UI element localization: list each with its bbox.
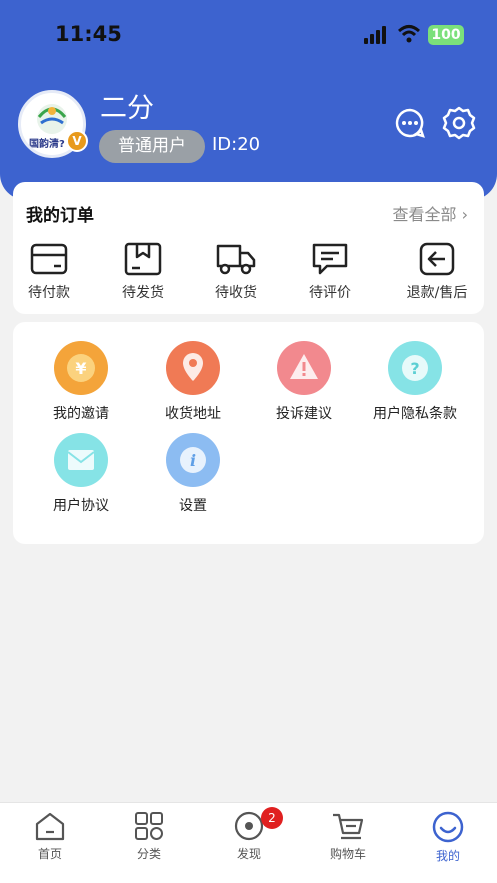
bottom-tab-bar: 首页 分类 2 发现 购物车 我的: [0, 802, 497, 883]
question-icon: ?: [388, 341, 442, 395]
user-id: ID:20: [212, 134, 261, 155]
tab-mine[interactable]: 我的: [408, 811, 488, 864]
order-refund[interactable]: 退款/售后: [392, 242, 482, 304]
order-label: 待付款: [28, 285, 70, 301]
home-icon: [35, 812, 65, 841]
return-icon: [419, 242, 455, 276]
wallet-icon: [30, 243, 68, 275]
location-pin-icon: [166, 341, 220, 395]
wifi-icon: [398, 25, 420, 43]
tab-label: 发现: [236, 847, 261, 861]
vip-badge: V: [66, 130, 88, 152]
tab-home[interactable]: 首页: [10, 811, 90, 862]
cart-icon: [333, 813, 364, 840]
svg-text:i: i: [190, 451, 196, 470]
order-pending-payment[interactable]: 待付款: [4, 242, 94, 304]
service-complaint[interactable]: 投诉建议: [248, 341, 360, 423]
order-pending-receipt[interactable]: 待收货: [191, 242, 281, 304]
comment-icon: [312, 243, 348, 275]
order-label: 待收货: [215, 285, 257, 301]
tab-label: 购物车: [329, 847, 366, 861]
svg-text:¥: ¥: [75, 359, 86, 378]
tab-label: 首页: [37, 847, 62, 861]
user-role-badge: 普通用户: [99, 130, 205, 163]
message-icon[interactable]: [394, 107, 426, 139]
package-icon: [124, 242, 162, 276]
warning-icon: [277, 341, 331, 395]
service-label: 我的邀请: [53, 406, 109, 422]
discover-badge: 2: [261, 807, 283, 829]
services-card: ¥ 我的邀请 收货地址 投诉建议 ? 用户隐私条款 用户协议 i 设置: [13, 322, 484, 544]
service-user-agreement[interactable]: 用户协议: [25, 433, 137, 515]
order-label: 待评价: [309, 285, 351, 301]
orders-title: 我的订单: [26, 206, 94, 226]
smile-icon: [432, 811, 464, 843]
tab-label: 分类: [136, 847, 161, 861]
view-all-orders-link[interactable]: 查看全部 ›: [393, 201, 469, 225]
service-label: 用户隐私条款: [373, 406, 457, 422]
service-label: 投诉建议: [276, 406, 332, 422]
envelope-icon: [54, 433, 108, 487]
status-time: 11:45: [55, 22, 122, 46]
orders-card: 我的订单 查看全部 › 待付款 待发货 待收货 待评价 退款/售后: [13, 182, 484, 314]
order-label: 待发货: [122, 285, 164, 301]
tab-discover[interactable]: 2 发现: [209, 807, 289, 862]
view-all-label: 查看全部: [392, 205, 457, 224]
grid-icon: [135, 812, 163, 840]
order-label: 退款/售后: [406, 285, 468, 301]
service-shipping-address[interactable]: 收货地址: [137, 341, 249, 423]
order-pending-shipment[interactable]: 待发货: [98, 242, 188, 304]
battery-icon: 100: [428, 25, 464, 45]
service-privacy-terms[interactable]: ? 用户隐私条款: [359, 341, 471, 423]
tab-label: 我的: [435, 849, 460, 863]
service-label: 设置: [179, 498, 207, 514]
gear-icon[interactable]: [441, 105, 477, 141]
service-my-invitation[interactable]: ¥ 我的邀请: [25, 341, 137, 423]
status-bar: 11:45 100: [0, 0, 497, 68]
yen-coin-icon: ¥: [54, 341, 108, 395]
discover-icon: [234, 811, 264, 841]
user-name: 二分: [100, 93, 154, 124]
service-label: 用户协议: [53, 498, 109, 514]
signal-icon: [364, 26, 390, 44]
info-icon: i: [166, 433, 220, 487]
avatar-logo-text: 国韵清?: [29, 139, 65, 150]
service-settings[interactable]: i 设置: [137, 433, 249, 515]
truck-icon: [216, 244, 256, 275]
tab-category[interactable]: 分类: [109, 811, 189, 862]
service-label: 收货地址: [165, 406, 221, 422]
order-pending-review[interactable]: 待评价: [285, 242, 375, 304]
tab-cart[interactable]: 购物车: [308, 811, 388, 862]
svg-text:?: ?: [410, 359, 419, 378]
